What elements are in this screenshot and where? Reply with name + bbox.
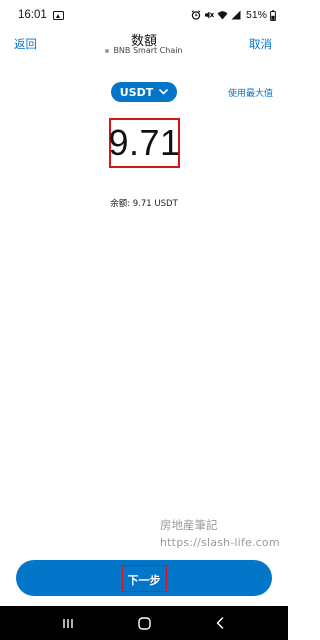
token-symbol: USDT bbox=[119, 85, 154, 99]
recents-button[interactable] bbox=[53, 608, 83, 638]
status-icons: 51% bbox=[191, 9, 276, 21]
watermark-url: https://slash-life.com bbox=[160, 536, 280, 549]
next-label-highlight: 下一步 bbox=[121, 564, 167, 592]
network-name: BNB Smart Chain bbox=[113, 46, 183, 55]
cancel-button[interactable]: 取消 bbox=[249, 36, 272, 52]
watermark-title: 房地産筆記 bbox=[160, 518, 218, 532]
back-nav-button[interactable] bbox=[205, 608, 235, 638]
wifi-icon bbox=[217, 11, 228, 20]
system-nav-bar bbox=[0, 606, 288, 640]
use-max-button[interactable]: 使用最大值 bbox=[228, 86, 273, 99]
signal-icon bbox=[231, 10, 241, 20]
next-button[interactable]: 下一步 bbox=[16, 560, 272, 596]
back-icon bbox=[216, 617, 224, 629]
battery-icon bbox=[270, 9, 276, 21]
token-selector[interactable]: USDT bbox=[111, 82, 177, 102]
next-button-label: 下一步 bbox=[127, 573, 161, 587]
header: 返回 数額 BNB Smart Chain 取消 bbox=[0, 30, 288, 64]
balance-text: 余额: 9.71 USDT bbox=[110, 199, 178, 209]
amount-value: 9.71 bbox=[108, 122, 181, 163]
network-indicator: BNB Smart Chain bbox=[0, 46, 288, 55]
home-icon bbox=[137, 616, 151, 630]
home-button[interactable] bbox=[129, 608, 159, 638]
recents-icon bbox=[63, 618, 73, 628]
gallery-icon bbox=[52, 10, 64, 20]
watermark: 房地産筆記 https://slash-life.com bbox=[160, 516, 280, 552]
mute-icon bbox=[204, 11, 214, 19]
network-dot-icon bbox=[105, 48, 110, 53]
chevron-down-icon bbox=[159, 89, 169, 95]
battery-percentage: 51% bbox=[245, 9, 267, 21]
alarm-icon bbox=[191, 10, 201, 20]
status-bar: 16:01 51% bbox=[0, 0, 288, 30]
amount-input[interactable]: 9.71 bbox=[108, 118, 181, 168]
status-time: 16:01 bbox=[18, 9, 47, 21]
